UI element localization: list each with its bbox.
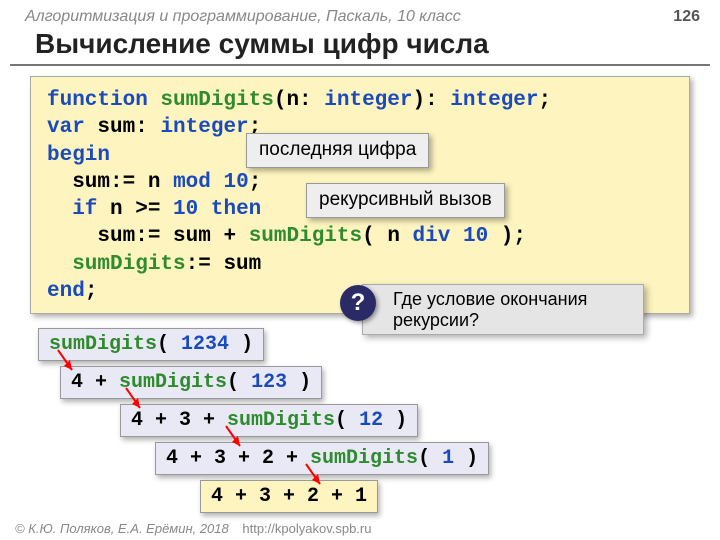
code-line-6: sum:= sum + sumDigits( n div 10 ); — [47, 223, 673, 250]
code-box: function sumDigits(n: integer): integer;… — [30, 76, 690, 314]
footer-url: http://kpolyakov.spb.ru — [242, 521, 371, 536]
code-line-1: function sumDigits(n: integer): integer; — [47, 87, 673, 114]
step-3: 4 + 3 + sumDigits( 12 ) — [120, 404, 418, 437]
page-number: 126 — [673, 8, 700, 26]
slide-title: Вычисление суммы цифр числа — [10, 28, 710, 66]
step-2: 4 + sumDigits( 123 ) — [60, 366, 322, 399]
callout-last-digit: последняя цифра — [246, 133, 429, 168]
footer: © К.Ю. Поляков, Е.А. Ерёмин, 2018 http:/… — [15, 521, 371, 536]
copyright: © К.Ю. Поляков, Е.А. Ерёмин, 2018 — [15, 521, 229, 536]
arrow-2 — [120, 388, 150, 418]
code-line-7: sumDigits:= sum — [47, 251, 673, 278]
recursion-steps: sumDigits( 1234 ) 4 + sumDigits( 123 ) 4… — [0, 328, 720, 528]
arrow-4 — [300, 464, 330, 494]
question-mark-icon: ? — [340, 285, 376, 321]
callout-recursive: рекурсивный вызов — [306, 183, 505, 218]
step-5: 4 + 3 + 2 + 1 — [200, 480, 378, 513]
arrow-3 — [220, 426, 250, 456]
slide-header: Алгоритмизация и программирование, Паска… — [0, 0, 720, 28]
course-label: Алгоритмизация и программирование, Паска… — [25, 8, 461, 26]
arrow-1 — [52, 350, 82, 380]
